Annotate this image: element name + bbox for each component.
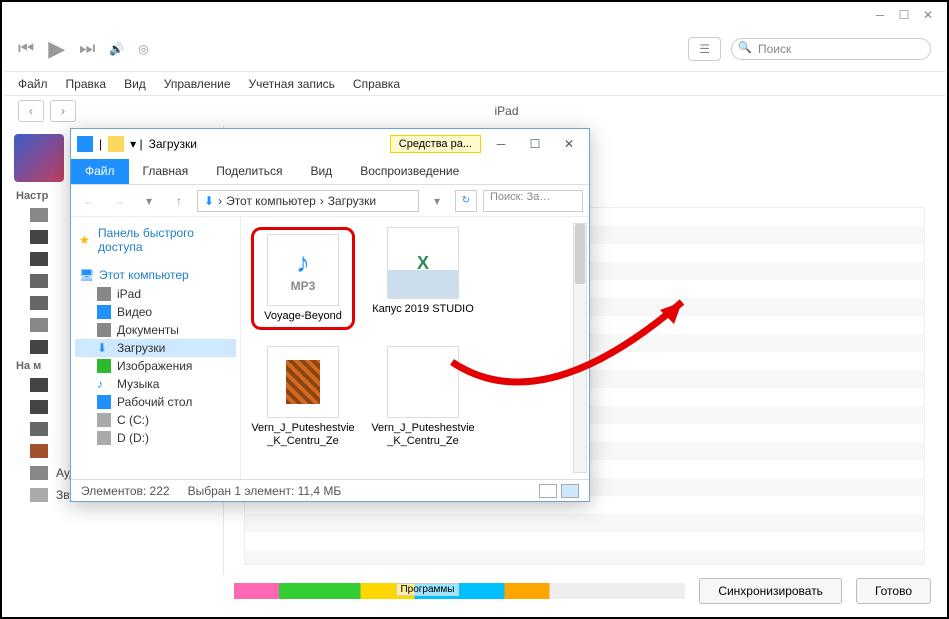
file-rar[interactable]: Vern_J_Puteshestvie_K_Centru_Ze (251, 346, 355, 448)
explorer-title: Загрузки (149, 137, 197, 151)
storage-bar: Программы (234, 583, 685, 599)
explorer-maximize[interactable]: ☐ (521, 133, 549, 155)
nav-desktop[interactable]: Рабочий стол (75, 393, 236, 411)
explorer-window: | ▾ | Загрузки Средства ра... ─ ☐ ✕ Файл… (70, 128, 590, 502)
quick-separator2: ▾ | (130, 137, 142, 151)
close-button[interactable]: ✕ (919, 7, 937, 23)
tools-tab[interactable]: Средства ра... (390, 135, 481, 153)
done-button[interactable]: Готово (856, 578, 931, 604)
xls-icon (387, 227, 459, 299)
crumb-folder[interactable]: Загрузки (328, 194, 376, 208)
file-pane[interactable]: ♪MP3 Voyage-Beyond Капус 2019 STUDIO Ver… (241, 217, 589, 479)
sync-button[interactable]: Синхронизировать (699, 578, 842, 604)
quick-separator: | (99, 137, 102, 151)
ribbon-file[interactable]: Файл (71, 159, 129, 184)
nav-row: ‹ › iPad (4, 96, 945, 126)
menubar: Файл Правка Вид Управление Учетная запис… (4, 72, 945, 96)
nav-docs[interactable]: Документы (75, 321, 236, 339)
prev-icon[interactable]: ⏮ (18, 38, 34, 59)
menu-file[interactable]: Файл (18, 77, 48, 91)
crumb-root[interactable]: Этот компьютер (226, 194, 316, 208)
explorer-nav: ★Панель быстрого доступа 🖥Этот компьютер… (71, 217, 241, 479)
ribbon-view[interactable]: Вид (296, 159, 346, 184)
view-icons-button[interactable] (561, 484, 579, 498)
nav-video[interactable]: Видео (75, 303, 236, 321)
back-button[interactable]: ‹ (18, 100, 44, 122)
maximize-button[interactable]: ☐ (895, 7, 913, 23)
forward-button[interactable]: › (50, 100, 76, 122)
file-txt[interactable]: Vern_J_Puteshestvie_K_Centru_Ze (371, 346, 475, 448)
file-mp3[interactable]: ♪MP3 Voyage-Beyond (251, 227, 355, 330)
status-selection: Выбран 1 элемент: 11,4 МБ (188, 484, 342, 498)
nav-up[interactable]: ↑ (167, 190, 191, 212)
explorer-titlebar: | ▾ | Загрузки Средства ра... ─ ☐ ✕ (71, 129, 589, 159)
status-bar: Элементов: 222 Выбран 1 элемент: 11,4 МБ (71, 479, 589, 501)
titlebar: ─ ☐ ✕ (4, 4, 945, 26)
scrollbar[interactable] (573, 223, 587, 473)
nav-ipad[interactable]: iPad (75, 285, 236, 303)
nav-back[interactable]: ← (77, 190, 101, 212)
menu-account[interactable]: Учетная запись (249, 77, 335, 91)
explorer-minimize[interactable]: ─ (487, 133, 515, 155)
nav-recent[interactable]: ▾ (137, 190, 161, 212)
nav-d[interactable]: D (D:) (75, 429, 236, 447)
storage-label: Программы (396, 583, 458, 596)
file-xls[interactable]: Капус 2019 STUDIO (371, 227, 475, 330)
explorer-search[interactable]: Поиск: За… (483, 190, 583, 212)
download-arrow-icon (77, 136, 93, 152)
file-name: Vern_J_Puteshestvie_K_Centru_Ze (371, 422, 475, 448)
ribbon: Файл Главная Поделиться Вид Воспроизведе… (71, 159, 589, 185)
minimize-button[interactable]: ─ (871, 7, 889, 23)
breadcrumb[interactable]: ⬇ › Этот компьютер › Загрузки (197, 190, 419, 212)
nav-forward[interactable]: → (107, 190, 131, 212)
file-name: Капус 2019 STUDIO (372, 303, 474, 316)
airplay-icon[interactable]: ◎ (138, 42, 148, 56)
quick-access[interactable]: ★Панель быстрого доступа (75, 223, 236, 257)
nav-downloads[interactable]: ⬇Загрузки (75, 339, 236, 357)
refresh-button[interactable]: ↻ (455, 190, 477, 212)
menu-view[interactable]: Вид (124, 77, 146, 91)
mp3-icon: ♪MP3 (267, 234, 339, 306)
nav-images[interactable]: Изображения (75, 357, 236, 375)
this-pc[interactable]: 🖥Этот компьютер (75, 265, 236, 285)
player-toolbar: ⏮ ▶ ⏭ 🔊 ◎ ☰ Поиск (4, 26, 945, 72)
play-icon[interactable]: ▶ (48, 36, 65, 62)
nav-c[interactable]: C (C:) (75, 411, 236, 429)
ribbon-share[interactable]: Поделиться (202, 159, 296, 184)
file-name: Voyage-Beyond (264, 310, 342, 323)
menu-edit[interactable]: Правка (66, 77, 107, 91)
menu-controls[interactable]: Управление (164, 77, 231, 91)
search-input[interactable]: Поиск (731, 38, 931, 60)
address-bar-row: ← → ▾ ↑ ⬇ › Этот компьютер › Загрузки ▾ … (71, 185, 589, 217)
folder-icon (108, 136, 124, 152)
txt-icon (387, 346, 459, 418)
next-icon[interactable]: ⏭ (79, 38, 95, 59)
status-count: Элементов: 222 (81, 484, 170, 498)
page-title: iPad (82, 104, 931, 118)
device-thumbnail[interactable] (14, 134, 64, 182)
file-name: Vern_J_Puteshestvie_K_Centru_Ze (251, 422, 355, 448)
view-list-button[interactable]: ☰ (688, 37, 721, 61)
footer: Программы Синхронизировать Готово (234, 573, 931, 609)
crumb-drop[interactable]: ▾ (425, 190, 449, 212)
view-details-button[interactable] (539, 484, 557, 498)
menu-help[interactable]: Справка (353, 77, 400, 91)
scrollbar-thumb[interactable] (575, 224, 585, 284)
explorer-close[interactable]: ✕ (555, 133, 583, 155)
ribbon-home[interactable]: Главная (129, 159, 203, 184)
nav-music[interactable]: ♪Музыка (75, 375, 236, 393)
rar-icon (267, 346, 339, 418)
download-icon: ⬇ (204, 194, 214, 208)
ribbon-play[interactable]: Воспроизведение (346, 159, 473, 184)
volume-icon[interactable]: 🔊 (109, 42, 124, 56)
